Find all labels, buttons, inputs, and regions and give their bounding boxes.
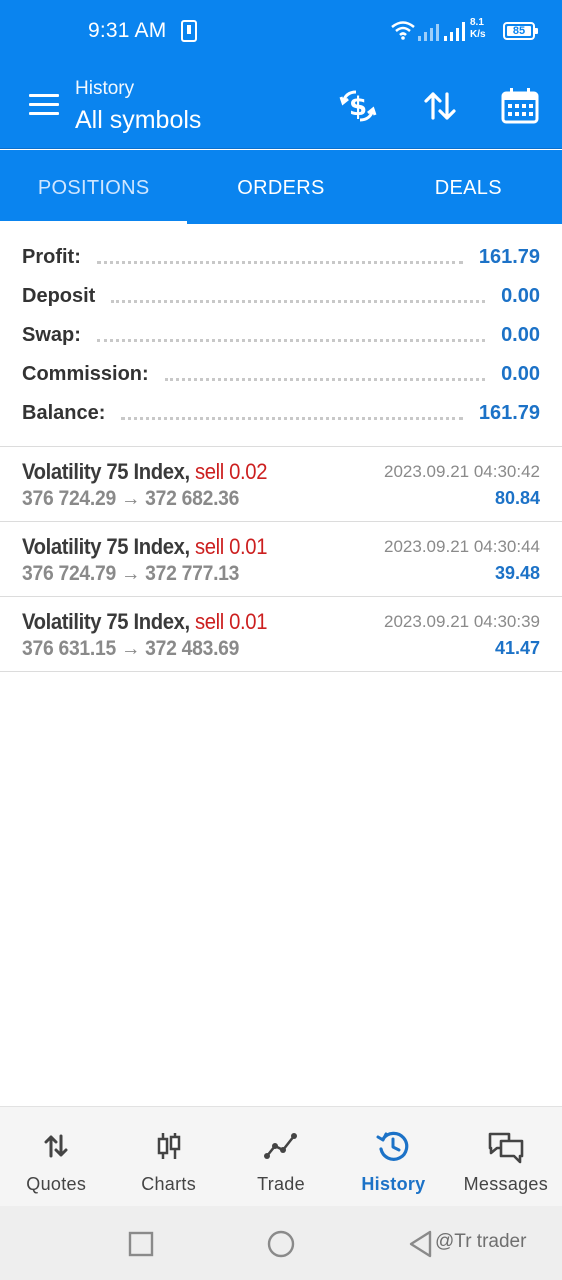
battery-icon: 85 bbox=[503, 22, 538, 40]
bottom-navigation: Quotes Charts Trade History Messages bbox=[0, 1106, 562, 1206]
menu-icon[interactable] bbox=[29, 94, 59, 116]
history-icon bbox=[376, 1131, 409, 1161]
deal-prices: 376 724.79 → 372 777.13 bbox=[22, 562, 240, 585]
deal-side: sell 0.01 bbox=[195, 609, 268, 634]
deal-symbol: Volatility 75 Index, sell 0.02 bbox=[22, 459, 267, 485]
deal-symbol-name: Volatility 75 Index, bbox=[22, 534, 190, 559]
tab-orders[interactable]: ORDERS bbox=[187, 150, 374, 224]
wifi-icon bbox=[391, 21, 415, 40]
nav-history[interactable]: History bbox=[337, 1107, 449, 1206]
nav-label: Trade bbox=[257, 1174, 305, 1194]
summary-label: Deposit bbox=[22, 285, 96, 307]
summary-value: 0.00 bbox=[501, 324, 540, 346]
list-item[interactable]: Volatility 75 Index, sell 0.01 376 631.1… bbox=[0, 597, 562, 672]
phone-icon bbox=[181, 20, 197, 42]
back-icon[interactable] bbox=[408, 1229, 434, 1259]
dotted-leader bbox=[164, 378, 486, 381]
dotted-leader bbox=[121, 417, 463, 420]
sort-icon[interactable] bbox=[420, 86, 460, 126]
summary-label: Profit: bbox=[22, 246, 81, 268]
signal-icon bbox=[418, 22, 465, 41]
network-speed-value: 8.1 bbox=[470, 17, 484, 28]
tab-deals[interactable]: DEALS bbox=[375, 150, 562, 224]
dotted-leader bbox=[111, 300, 486, 303]
deal-side: sell 0.01 bbox=[195, 534, 268, 559]
deal-profit: 41.47 bbox=[494, 638, 540, 658]
summary-value: 161.79 bbox=[478, 246, 540, 268]
deal-prices: 376 631.15 → 372 483.69 bbox=[22, 637, 240, 660]
nav-quotes[interactable]: Quotes bbox=[0, 1107, 112, 1206]
recent-apps-icon[interactable] bbox=[128, 1231, 154, 1257]
summary-row-deposit: Deposit 0.00 bbox=[0, 277, 562, 316]
summary-value: 161.79 bbox=[478, 402, 540, 424]
deal-time: 2023.09.21 04:30:44 bbox=[384, 537, 540, 556]
list-item[interactable]: Volatility 75 Index, sell 0.02 376 724.2… bbox=[0, 447, 562, 522]
list-item[interactable]: Volatility 75 Index, sell 0.01 376 724.7… bbox=[0, 522, 562, 597]
home-icon[interactable] bbox=[266, 1229, 296, 1259]
deal-symbol-name: Volatility 75 Index, bbox=[22, 459, 190, 484]
svg-text:$: $ bbox=[349, 92, 367, 122]
nav-trade[interactable]: Trade bbox=[225, 1107, 337, 1206]
summary-panel: Profit: 161.79 Deposit 0.00 Swap: 0.00 C… bbox=[0, 238, 562, 433]
messages-icon bbox=[488, 1132, 524, 1164]
watermark: @Tr trader bbox=[435, 1231, 527, 1252]
page-title[interactable]: All symbols bbox=[75, 106, 201, 135]
charts-icon bbox=[157, 1133, 180, 1159]
nav-label: Messages bbox=[463, 1174, 549, 1194]
deal-profit: 39.48 bbox=[494, 563, 540, 583]
nav-messages[interactable]: Messages bbox=[450, 1107, 562, 1206]
divider bbox=[0, 671, 562, 672]
status-bar: 9:31 AM 8.1 K/s 85 bbox=[0, 0, 562, 62]
deal-symbol: Volatility 75 Index, sell 0.01 bbox=[22, 534, 267, 560]
deal-time: 2023.09.21 04:30:42 bbox=[384, 462, 540, 481]
dotted-leader bbox=[96, 261, 463, 264]
battery-level: 85 bbox=[507, 26, 531, 37]
summary-label: Swap: bbox=[22, 324, 81, 346]
status-time: 9:31 AM bbox=[88, 19, 167, 42]
network-speed-unit: K/s bbox=[470, 29, 486, 40]
deal-side: sell 0.02 bbox=[195, 459, 268, 484]
deal-symbol-name: Volatility 75 Index, bbox=[22, 609, 190, 634]
page-subtitle: History bbox=[75, 78, 135, 99]
summary-label: Balance: bbox=[22, 402, 106, 424]
deal-symbol: Volatility 75 Index, sell 0.01 bbox=[22, 609, 267, 635]
tab-positions[interactable]: POSITIONS bbox=[0, 150, 188, 224]
app-bar: History All symbols $ bbox=[0, 62, 562, 149]
system-navigation-bar: @Tr trader bbox=[0, 1206, 562, 1280]
deal-time: 2023.09.21 04:30:39 bbox=[384, 612, 540, 631]
nav-label: Quotes bbox=[26, 1174, 87, 1194]
summary-label: Commission: bbox=[22, 363, 149, 385]
quotes-icon bbox=[44, 1134, 68, 1158]
summary-value: 0.00 bbox=[501, 285, 540, 307]
summary-row-swap: Swap: 0.00 bbox=[0, 316, 562, 355]
summary-row-balance: Balance: 161.79 bbox=[0, 394, 562, 433]
calendar-icon[interactable] bbox=[500, 86, 540, 126]
currency-exchange-icon[interactable]: $ bbox=[338, 86, 378, 126]
network-speed: 8.1 K/s bbox=[470, 17, 486, 41]
nav-label: History bbox=[361, 1174, 426, 1194]
deal-profit: 80.84 bbox=[494, 488, 540, 508]
trade-icon bbox=[264, 1133, 298, 1159]
summary-row-profit: Profit: 161.79 bbox=[0, 238, 562, 277]
summary-row-commission: Commission: 0.00 bbox=[0, 355, 562, 394]
nav-charts[interactable]: Charts bbox=[112, 1107, 224, 1206]
summary-value: 0.00 bbox=[501, 363, 540, 385]
deal-prices: 376 724.29 → 372 682.36 bbox=[22, 487, 240, 510]
nav-label: Charts bbox=[141, 1174, 197, 1194]
dotted-leader bbox=[96, 339, 486, 342]
tab-bar: POSITIONS ORDERS DEALS bbox=[0, 150, 562, 224]
